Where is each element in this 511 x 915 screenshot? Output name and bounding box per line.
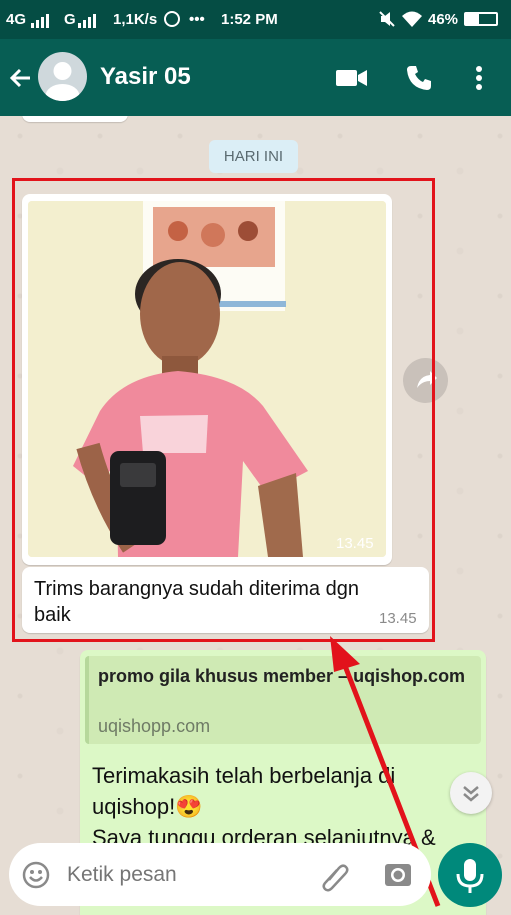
- phone-icon[interactable]: [405, 64, 433, 92]
- microphone-icon: [456, 859, 484, 893]
- battery-percent: 46%: [428, 11, 459, 28]
- signal-icon-2: [78, 14, 96, 28]
- avatar[interactable]: [38, 52, 87, 101]
- voice-message-button[interactable]: [438, 843, 502, 907]
- wifi-icon: [402, 11, 422, 27]
- message-composer[interactable]: [9, 843, 431, 906]
- network-label-4g: 4G: [6, 11, 27, 28]
- highlight-box: [12, 178, 435, 642]
- network-speed: 1,1K/s: [113, 11, 158, 28]
- mute-icon: [379, 11, 395, 27]
- contact-name[interactable]: Yasir 05: [100, 63, 191, 91]
- scroll-down-button[interactable]: [450, 772, 492, 814]
- more-vert-icon[interactable]: [474, 65, 484, 91]
- emoji-icon[interactable]: [22, 861, 50, 889]
- camera-icon[interactable]: [383, 860, 413, 890]
- notification-dots: •••: [189, 11, 205, 28]
- date-chip: HARI INI: [209, 140, 298, 173]
- chat-header: Yasir 05: [0, 39, 511, 116]
- previous-message-bubble[interactable]: [22, 116, 128, 122]
- battery-icon: [464, 12, 498, 26]
- double-chevron-down-icon: [463, 786, 479, 802]
- attach-icon[interactable]: [319, 860, 351, 892]
- video-call-icon[interactable]: [336, 67, 368, 89]
- clock: 1:52 PM: [221, 11, 278, 28]
- date-chip-label: HARI INI: [223, 148, 284, 165]
- chat-area[interactable]: HARI INI 13.45 Trims barangnya sudah dit…: [0, 116, 511, 915]
- signal-icon: [31, 14, 49, 28]
- whatsapp-notification-icon: [164, 11, 180, 27]
- message-input[interactable]: [65, 859, 309, 891]
- link-domain: uqishopp.com: [98, 716, 211, 736]
- status-bar: 4G G 1,1K/s ••• 1:52 PM 46%: [0, 0, 511, 39]
- back-arrow-icon[interactable]: [8, 65, 34, 91]
- network-label-g: G: [64, 11, 76, 28]
